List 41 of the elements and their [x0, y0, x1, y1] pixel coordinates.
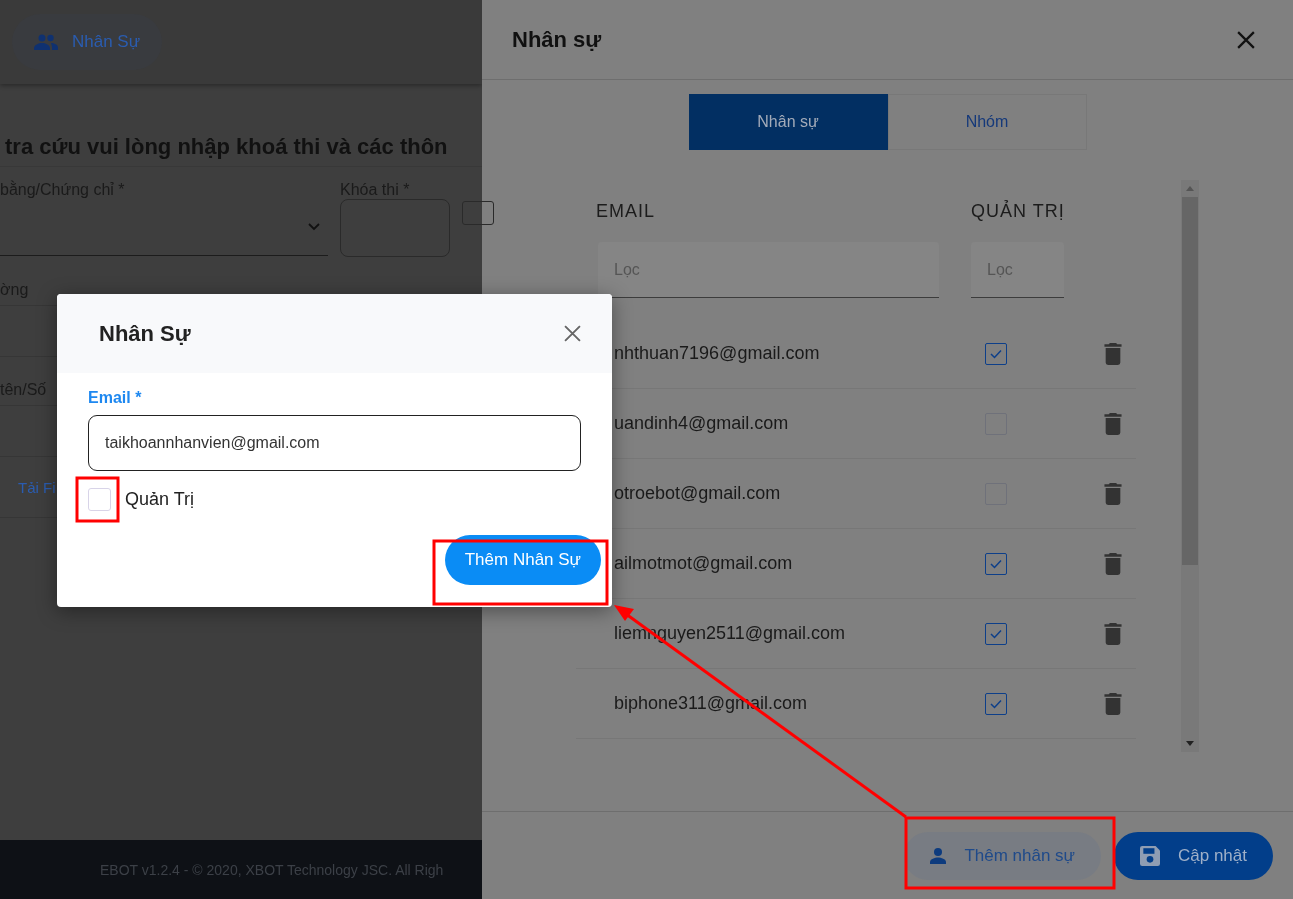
column-header: QUẢN TRỊ — [970, 200, 1066, 222]
dialog-title: Nhân Sự — [99, 320, 191, 347]
close-icon[interactable] — [1237, 30, 1255, 49]
admin-checkbox[interactable] — [985, 622, 1007, 645]
chevron-icon — [308, 223, 320, 231]
add-staff-button[interactable]: Thêm Nhân Sự — [444, 535, 601, 585]
email-cell-text: ailmotmot@gmail.com — [613, 553, 794, 574]
people-icon — [34, 34, 58, 50]
email-cell-text: uandinh4@gmail.com — [613, 413, 790, 434]
checkbox[interactable] — [88, 488, 111, 511]
annotation-box — [75, 476, 120, 523]
close-icon[interactable] — [564, 325, 581, 342]
drawer-title: Nhân sự — [512, 26, 602, 53]
email-cell-text: otroebot@gmail.com — [613, 483, 782, 504]
trash-icon[interactable] — [1104, 622, 1122, 645]
trash-icon[interactable] — [1104, 552, 1122, 575]
column-header: EMAIL — [595, 200, 657, 222]
update-button[interactable]: Cập nhật — [1114, 831, 1273, 880]
save-icon — [1140, 845, 1160, 866]
scroll-up-icon[interactable] — [1186, 186, 1194, 191]
nav-button[interactable]: Nhân Sự — [12, 14, 163, 70]
admin-checkbox[interactable] — [985, 692, 1007, 715]
person-icon — [930, 847, 947, 864]
trash-icon[interactable] — [1104, 482, 1122, 505]
admin-checkbox[interactable] — [985, 342, 1007, 365]
scrollbar[interactable] — [1181, 180, 1199, 752]
checkbox-label: Quản Trị — [125, 489, 195, 510]
check-icon — [990, 558, 1002, 569]
email-cell-text: nhthuan7196@gmail.com — [613, 343, 821, 364]
trash-icon[interactable] — [1104, 342, 1122, 365]
trash-icon[interactable] — [1104, 412, 1122, 435]
trash-icon[interactable] — [1104, 692, 1122, 715]
tab[interactable]: Nhân sự — [688, 94, 888, 150]
check-icon — [990, 698, 1002, 709]
check-icon — [990, 348, 1002, 359]
tab[interactable]: Nhóm — [887, 94, 1087, 150]
email-input[interactable]: taikhoannhanvien@gmail.com — [88, 415, 581, 471]
check-icon — [990, 628, 1002, 639]
scroll-down-icon[interactable] — [1186, 741, 1194, 746]
admin-checkbox[interactable] — [985, 552, 1007, 575]
field-label: Email * — [88, 389, 143, 407]
